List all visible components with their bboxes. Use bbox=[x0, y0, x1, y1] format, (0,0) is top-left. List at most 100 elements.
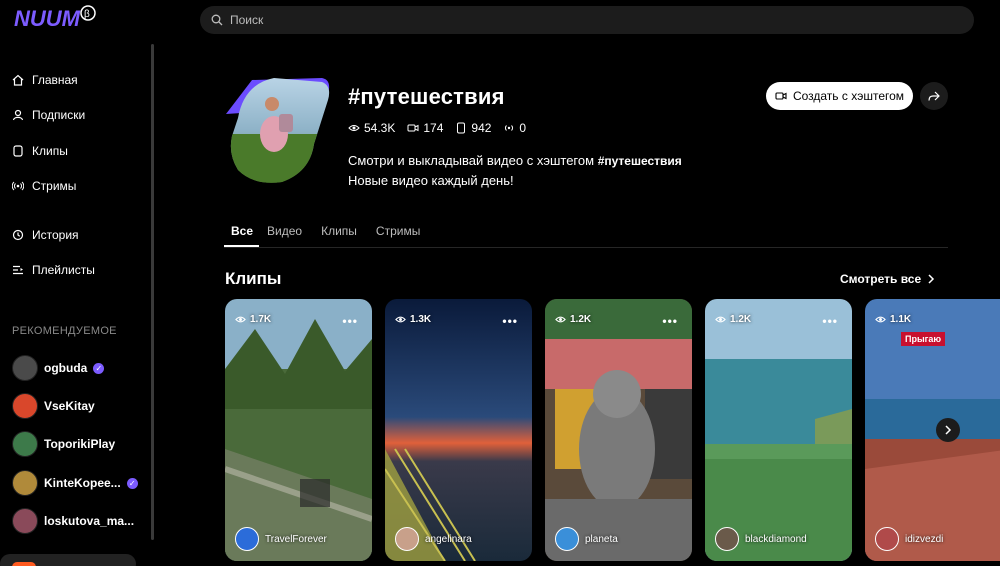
channel-name: ogbuda bbox=[44, 361, 88, 375]
clip-caption-overlay: Прыгаю bbox=[901, 332, 946, 346]
sidebar-item-label: Главная bbox=[32, 73, 78, 87]
streams-stat: 0 bbox=[503, 121, 526, 135]
tab-streams[interactable]: Стримы bbox=[376, 222, 420, 247]
more-options-icon[interactable]: ••• bbox=[502, 314, 518, 328]
avatar bbox=[235, 527, 259, 551]
sidebar-item-label: Клипы bbox=[32, 144, 68, 158]
sidebar-item-streams[interactable]: Стримы bbox=[12, 174, 76, 198]
clip-card[interactable]: 1.1K Прыгаю idizvezdi bbox=[865, 299, 1000, 561]
playlist-icon bbox=[13, 265, 23, 275]
create-with-hashtag-button[interactable]: Создать с хэштегом bbox=[766, 82, 913, 110]
clip-author[interactable]: angelinara bbox=[395, 527, 472, 551]
search-input[interactable] bbox=[230, 13, 930, 27]
clip-author[interactable]: blackdiamond bbox=[715, 527, 807, 551]
sidebar-scrollbar[interactable] bbox=[151, 44, 154, 540]
avatar bbox=[395, 527, 419, 551]
videos-stat: 174 bbox=[407, 121, 443, 135]
sidebar-item-subscriptions[interactable]: Подписки bbox=[12, 103, 85, 127]
verified-badge-icon: ✓ bbox=[126, 477, 138, 489]
clips-icon bbox=[13, 145, 23, 157]
sidebar-item-home[interactable]: Главная bbox=[12, 68, 78, 92]
channel-name: VseKitay bbox=[44, 399, 95, 413]
more-options-icon[interactable]: ••• bbox=[662, 314, 678, 328]
share-icon bbox=[928, 91, 940, 101]
clips-count: 942 bbox=[471, 121, 492, 135]
tab-all[interactable]: Все bbox=[224, 222, 260, 247]
logo-text: NUUM bbox=[14, 6, 81, 31]
clip-thumbnail bbox=[545, 299, 692, 561]
sidebar-item-label: История bbox=[32, 228, 79, 242]
videos-count: 174 bbox=[423, 121, 444, 135]
hashtag-description: Смотри и выкладывай видео с хэштегом #пу… bbox=[348, 151, 682, 190]
views-stat: 54.3K bbox=[348, 121, 395, 135]
eye-icon bbox=[235, 316, 246, 323]
clip-card[interactable]: 1.7K ••• TravelForever bbox=[225, 299, 372, 561]
channel-name: KinteKopee... bbox=[44, 476, 121, 490]
more-options-icon[interactable]: ••• bbox=[822, 314, 838, 328]
nuum-logo[interactable]: NUUM β bbox=[14, 2, 104, 34]
description-text-2: Новые видео каждый день! bbox=[348, 173, 514, 188]
channel-name: loskutova_ma... bbox=[44, 514, 135, 528]
sidebar-item-label: Подписки bbox=[32, 108, 86, 122]
verified-badge-icon: ✓ bbox=[93, 362, 105, 374]
clip-views-count: 1.1K bbox=[890, 314, 912, 325]
share-button[interactable] bbox=[920, 82, 948, 110]
clip-author[interactable]: idizvezdi bbox=[875, 527, 943, 551]
more-options-icon[interactable]: ••• bbox=[342, 314, 358, 328]
chevron-right-icon bbox=[945, 425, 952, 435]
tab-clips[interactable]: Клипы bbox=[321, 222, 357, 247]
sidebar-item-history[interactable]: История bbox=[12, 223, 79, 247]
clips-stat: 942 bbox=[455, 121, 491, 135]
description-hashtag[interactable]: #путешествия bbox=[598, 154, 682, 168]
broadcast-icon bbox=[505, 125, 514, 131]
recommended-title: РЕКОМЕНДУЕМОЕ bbox=[12, 325, 117, 337]
video-camera-icon bbox=[775, 92, 787, 100]
clip-views: 1.3K bbox=[395, 314, 431, 325]
avatar bbox=[12, 393, 38, 419]
hashtag-stats: 54.3K 174 942 0 bbox=[348, 121, 526, 135]
tab-videos[interactable]: Видео bbox=[267, 222, 302, 247]
recommended-channel-vsekitay[interactable]: VseKitay bbox=[12, 392, 95, 420]
create-button-label: Создать с хэштегом bbox=[792, 89, 905, 103]
hashtag-cover-image bbox=[226, 78, 330, 183]
eye-icon bbox=[715, 316, 726, 323]
avatar bbox=[715, 527, 739, 551]
clip-views: 1.7K bbox=[235, 314, 271, 325]
sidebar-bottom-badge bbox=[12, 562, 36, 566]
sidebar-item-playlists[interactable]: Плейлисты bbox=[12, 258, 95, 282]
see-all-link[interactable]: Смотреть все bbox=[840, 272, 935, 286]
sidebar-item-label: Плейлисты bbox=[32, 263, 95, 277]
recommended-channel-ogbuda[interactable]: ogbuda ✓ bbox=[12, 354, 105, 382]
carousel-next-button[interactable] bbox=[936, 418, 960, 442]
avatar bbox=[875, 527, 899, 551]
sidebar-item-label: Стримы bbox=[32, 179, 77, 193]
clip-card[interactable]: 1.2K ••• planeta bbox=[545, 299, 692, 561]
eye-icon bbox=[348, 125, 360, 131]
logo-beta: β bbox=[84, 9, 90, 20]
broadcast-icon bbox=[12, 181, 24, 191]
clips-carousel: 1.7K ••• TravelForever 1.3K ••• angelina… bbox=[225, 299, 1000, 561]
eye-icon bbox=[555, 316, 566, 323]
clip-views-count: 1.3K bbox=[410, 314, 432, 325]
recommended-channel-loskutova[interactable]: loskutova_ma... bbox=[12, 507, 134, 535]
clip-card[interactable]: 1.2K ••• blackdiamond bbox=[705, 299, 852, 561]
clip-author-name: angelinara bbox=[425, 533, 472, 545]
search-bar[interactable] bbox=[200, 6, 974, 34]
clip-author[interactable]: planeta bbox=[555, 527, 618, 551]
clip-views: 1.2K bbox=[715, 314, 751, 325]
clip-card[interactable]: 1.3K ••• angelinara bbox=[385, 299, 532, 561]
sidebar-item-clips[interactable]: Клипы bbox=[12, 139, 68, 163]
clip-thumbnail bbox=[225, 299, 372, 561]
video-camera-icon bbox=[407, 124, 419, 132]
description-text: Смотри и выкладывай видео с хэштегом bbox=[348, 153, 595, 168]
recommended-channel-toporikiplay[interactable]: ToporikiPlay bbox=[12, 430, 115, 458]
recommended-channel-kintekopee[interactable]: KinteKopee... ✓ bbox=[12, 469, 138, 497]
history-icon bbox=[12, 229, 24, 241]
avatar bbox=[12, 508, 38, 534]
clip-views-count: 1.2K bbox=[570, 314, 592, 325]
clip-author-name: idizvezdi bbox=[905, 533, 944, 545]
clip-views-count: 1.2K bbox=[730, 314, 752, 325]
clip-author-name: planeta bbox=[585, 533, 618, 545]
avatar bbox=[12, 431, 38, 457]
clip-author[interactable]: TravelForever bbox=[235, 527, 327, 551]
